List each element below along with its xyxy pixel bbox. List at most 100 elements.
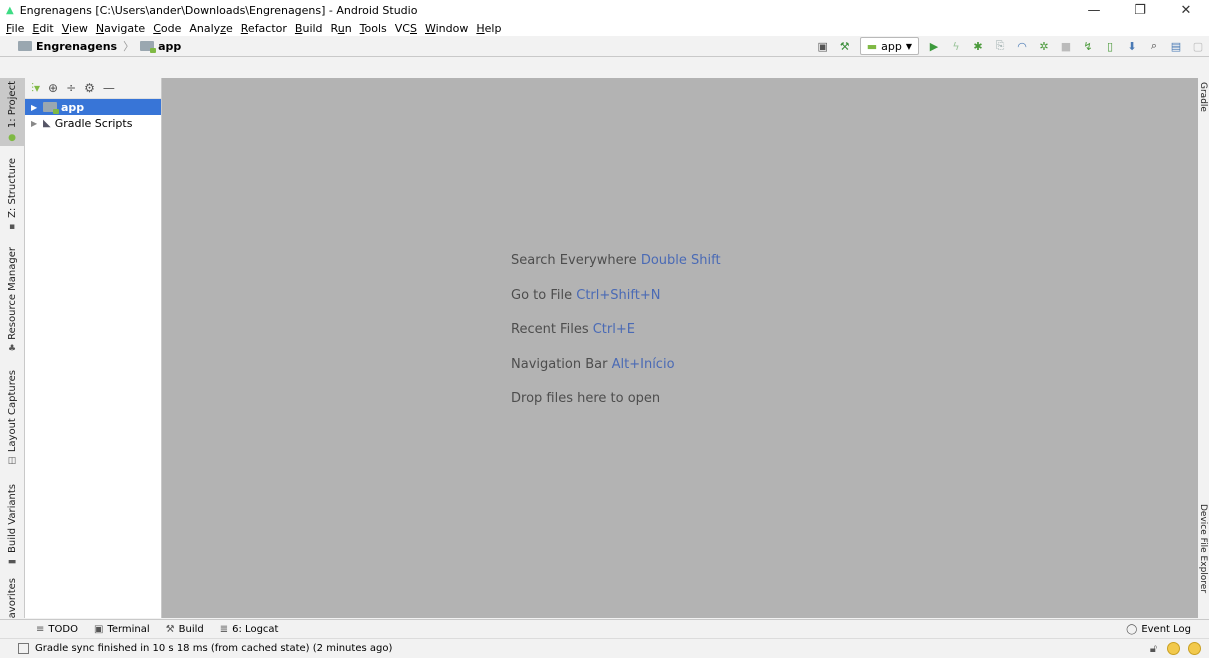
menu-file[interactable]: File — [2, 22, 28, 35]
expand-arrow-icon[interactable]: ▶ — [31, 103, 39, 112]
smile-feedback-icon[interactable] — [1167, 642, 1180, 655]
debug-icon[interactable]: ✱ — [971, 39, 985, 53]
hammer-icon: ⚒ — [165, 623, 175, 635]
profile-icon[interactable]: ◠ — [1015, 39, 1029, 53]
status-bar: Gradle sync finished in 10 s 18 ms (from… — [0, 638, 1209, 658]
tab-layout-captures[interactable]: Layout Captures ◫ — [0, 370, 24, 466]
tab-resource-manager-label: Resource Manager — [6, 247, 18, 340]
attach-process-icon[interactable]: ✲ — [1037, 39, 1051, 53]
chevron-down-icon: ▼ — [905, 41, 912, 51]
toggle-tool-windows-icon[interactable] — [18, 643, 29, 654]
hint-shortcut: Alt+Início — [611, 357, 675, 372]
tree-item-app[interactable]: ▶ app — [25, 99, 161, 115]
menu-refactor[interactable]: Refactor — [237, 22, 291, 35]
window-title-text: Engrenagens [C:\Users\ander\Downloads\En… — [19, 3, 418, 17]
run-icon[interactable]: ▶ — [927, 39, 941, 53]
project-panel: ⫶▾ ⊕ ÷ ⚙ — ▶ app ▶ ◣ Gradle Scripts — [25, 78, 162, 618]
menu-help[interactable]: Help — [472, 22, 505, 35]
menu-window[interactable]: Window — [421, 22, 472, 35]
gear-icon[interactable]: ⚙ — [84, 81, 95, 95]
locate-icon[interactable]: ⊕ — [48, 81, 58, 95]
tab-project[interactable]: 1: Project ● — [0, 78, 24, 146]
breadcrumb: Engrenagens 〉 app — [18, 38, 181, 54]
sync-gradle-icon[interactable]: ↯ — [1081, 39, 1095, 53]
menu-bar: File Edit View Navigate Code Analyze Ref… — [0, 20, 1209, 36]
build-variants-icon: ▬ — [7, 556, 17, 567]
minimize-button[interactable]: — — [1071, 0, 1117, 20]
lock-icon[interactable]: 🔓︎ — [1150, 642, 1157, 656]
hint-text: Recent Files — [511, 322, 589, 337]
resource-manager-icon: ♣ — [7, 343, 17, 354]
title-bar: ▲ Engrenagens [C:\Users\ander\Downloads\… — [0, 0, 1209, 20]
feedback-icon[interactable]: ▢ — [1191, 39, 1205, 53]
navigation-bar: Engrenagens 〉 app ▣ ⚒ ▬ app ▼ ▶ ϟ ✱ ⎘ ◠ … — [0, 36, 1209, 57]
terminal-icon: ▣ — [93, 623, 104, 635]
menu-code[interactable]: Code — [149, 22, 185, 35]
tab-structure[interactable]: Z: Structure ▪ — [0, 158, 24, 232]
tab-resource-manager[interactable]: Resource Manager ♣ — [0, 247, 24, 354]
close-button[interactable]: ✕ — [1163, 0, 1209, 20]
tree-item-gradle-scripts[interactable]: ▶ ◣ Gradle Scripts — [25, 115, 161, 131]
menu-run[interactable]: Run — [327, 22, 356, 35]
hint-shortcut: Ctrl+Shift+N — [576, 288, 661, 303]
run-config-label: app — [881, 39, 902, 53]
tree-item-label: app — [61, 100, 85, 114]
window-title: ▲ Engrenagens [C:\Users\ander\Downloads\… — [6, 4, 417, 17]
breadcrumb-project[interactable]: Engrenagens — [36, 40, 117, 53]
tab-build-variants[interactable]: Build Variants ▬ — [0, 483, 24, 568]
tab-gradle[interactable]: Gradle — [1198, 82, 1208, 112]
left-tool-stripe: 1: Project ● Z: Structure ▪ Resource Man… — [0, 78, 25, 618]
tab-project-label: 1: Project — [6, 81, 18, 129]
tab-device-file-explorer[interactable]: Device File Explorer — [1198, 504, 1208, 593]
tab-terminal[interactable]: ▣ Terminal — [86, 624, 158, 635]
menu-navigate[interactable]: Navigate — [92, 22, 149, 35]
hint-text: Search Everywhere — [511, 253, 637, 268]
menu-build[interactable]: Build — [291, 22, 327, 35]
menu-vcs[interactable]: VCS — [391, 22, 421, 35]
bottom-tool-tabs: ≡ TODO ▣ Terminal ⚒ Build ≣ 6: Logcat ◯ … — [0, 619, 1209, 638]
hint-navigation-bar: Navigation Bar Alt+Início — [511, 357, 675, 372]
menu-analyze[interactable]: Analyze — [185, 22, 236, 35]
project-folder-icon — [18, 41, 32, 51]
search-icon[interactable]: ⌕ — [1147, 39, 1161, 53]
tab-build-label: Build — [178, 623, 204, 635]
attach-debugger-icon[interactable]: ⎘ — [993, 39, 1007, 53]
stop-icon[interactable]: ■ — [1059, 39, 1073, 53]
menu-tools[interactable]: Tools — [356, 22, 391, 35]
collapse-all-icon[interactable]: ÷ — [66, 81, 76, 95]
tab-favorites[interactable]: avorites — [0, 578, 24, 618]
frown-feedback-icon[interactable] — [1188, 642, 1201, 655]
breadcrumb-module[interactable]: app — [158, 40, 181, 53]
avd-manager-icon[interactable]: ▯ — [1103, 39, 1117, 53]
tab-logcat-label: 6: Logcat — [232, 623, 279, 635]
event-log-icon: ◯ — [1126, 623, 1138, 635]
project-view-selector-icon[interactable]: ⫶▾ — [31, 81, 40, 96]
run-config-dropdown[interactable]: ▬ app ▼ — [859, 37, 919, 55]
select-device-icon[interactable]: ▣ — [816, 39, 830, 53]
hint-shortcut: Ctrl+E — [592, 322, 635, 337]
status-message[interactable]: Gradle sync finished in 10 s 18 ms (from… — [18, 643, 392, 654]
menu-edit[interactable]: Edit — [28, 22, 57, 35]
hint-recent-files: Recent Files Ctrl+E — [511, 322, 635, 337]
make-project-hammer-icon[interactable]: ⚒ — [838, 39, 852, 53]
tab-build-variants-label: Build Variants — [6, 484, 18, 553]
android-icon: ▬ — [866, 39, 878, 53]
hint-text: Go to File — [511, 288, 573, 303]
expand-arrow-icon[interactable]: ▶ — [31, 119, 39, 128]
sdk-manager-icon[interactable]: ⬇ — [1125, 39, 1139, 53]
gradle-elephant-icon: ◣ — [43, 117, 51, 129]
project-structure-icon[interactable]: ▤ — [1169, 39, 1183, 53]
hint-search-everywhere: Search Everywhere Double Shift — [511, 253, 721, 268]
hide-panel-icon[interactable]: — — [103, 81, 115, 95]
module-folder-icon — [140, 41, 157, 53]
menu-view[interactable]: View — [58, 22, 92, 35]
hint-text: Drop files here to open — [511, 391, 661, 406]
tab-build[interactable]: ⚒ Build — [158, 624, 212, 635]
status-message-text: Gradle sync finished in 10 s 18 ms (from… — [35, 643, 393, 654]
tab-todo[interactable]: ≡ TODO — [28, 624, 86, 635]
tab-event-log[interactable]: ◯ Event Log — [1118, 624, 1209, 635]
editor-empty-area[interactable]: Search Everywhere Double Shift Go to Fil… — [162, 78, 1198, 618]
tab-logcat[interactable]: ≣ 6: Logcat — [212, 624, 287, 635]
maximize-button[interactable]: ❐ — [1117, 0, 1163, 20]
apply-changes-icon[interactable]: ϟ — [949, 39, 963, 53]
